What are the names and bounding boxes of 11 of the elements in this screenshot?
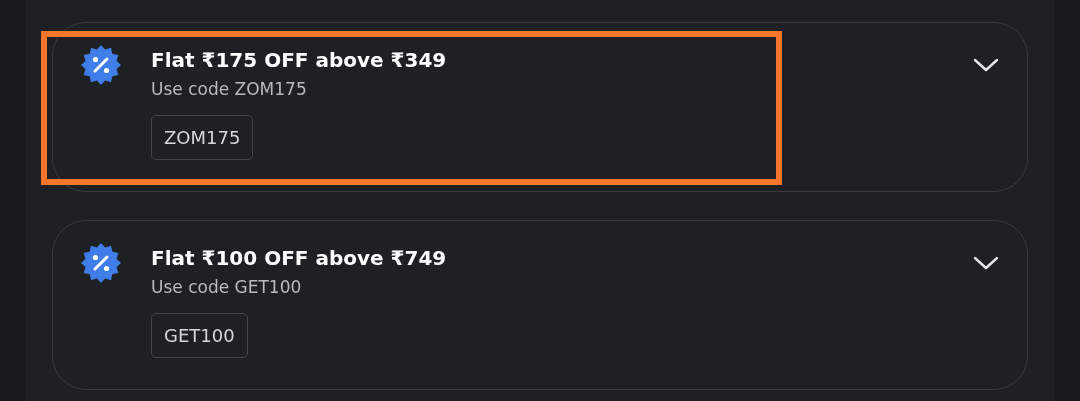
offer-title: Flat ₹175 OFF above ₹349 xyxy=(151,47,448,73)
offer-card[interactable]: Flat ₹100 OFF above ₹749 Use code GET100 GET100 xyxy=(52,220,1028,390)
offer-subtitle: Use code ZOM175 xyxy=(151,78,308,101)
coupon-code[interactable]: GET100 xyxy=(151,312,248,358)
chevron-down-icon[interactable] xyxy=(973,255,999,271)
chevron-down-icon[interactable] xyxy=(973,57,999,73)
offer-subtitle: Use code GET100 xyxy=(151,276,303,299)
coupon-code[interactable]: ZOM175 xyxy=(151,114,254,160)
discount-badge-icon xyxy=(81,243,121,283)
offer-title: Flat ₹100 OFF above ₹749 xyxy=(151,245,448,271)
discount-badge-icon xyxy=(81,45,121,85)
